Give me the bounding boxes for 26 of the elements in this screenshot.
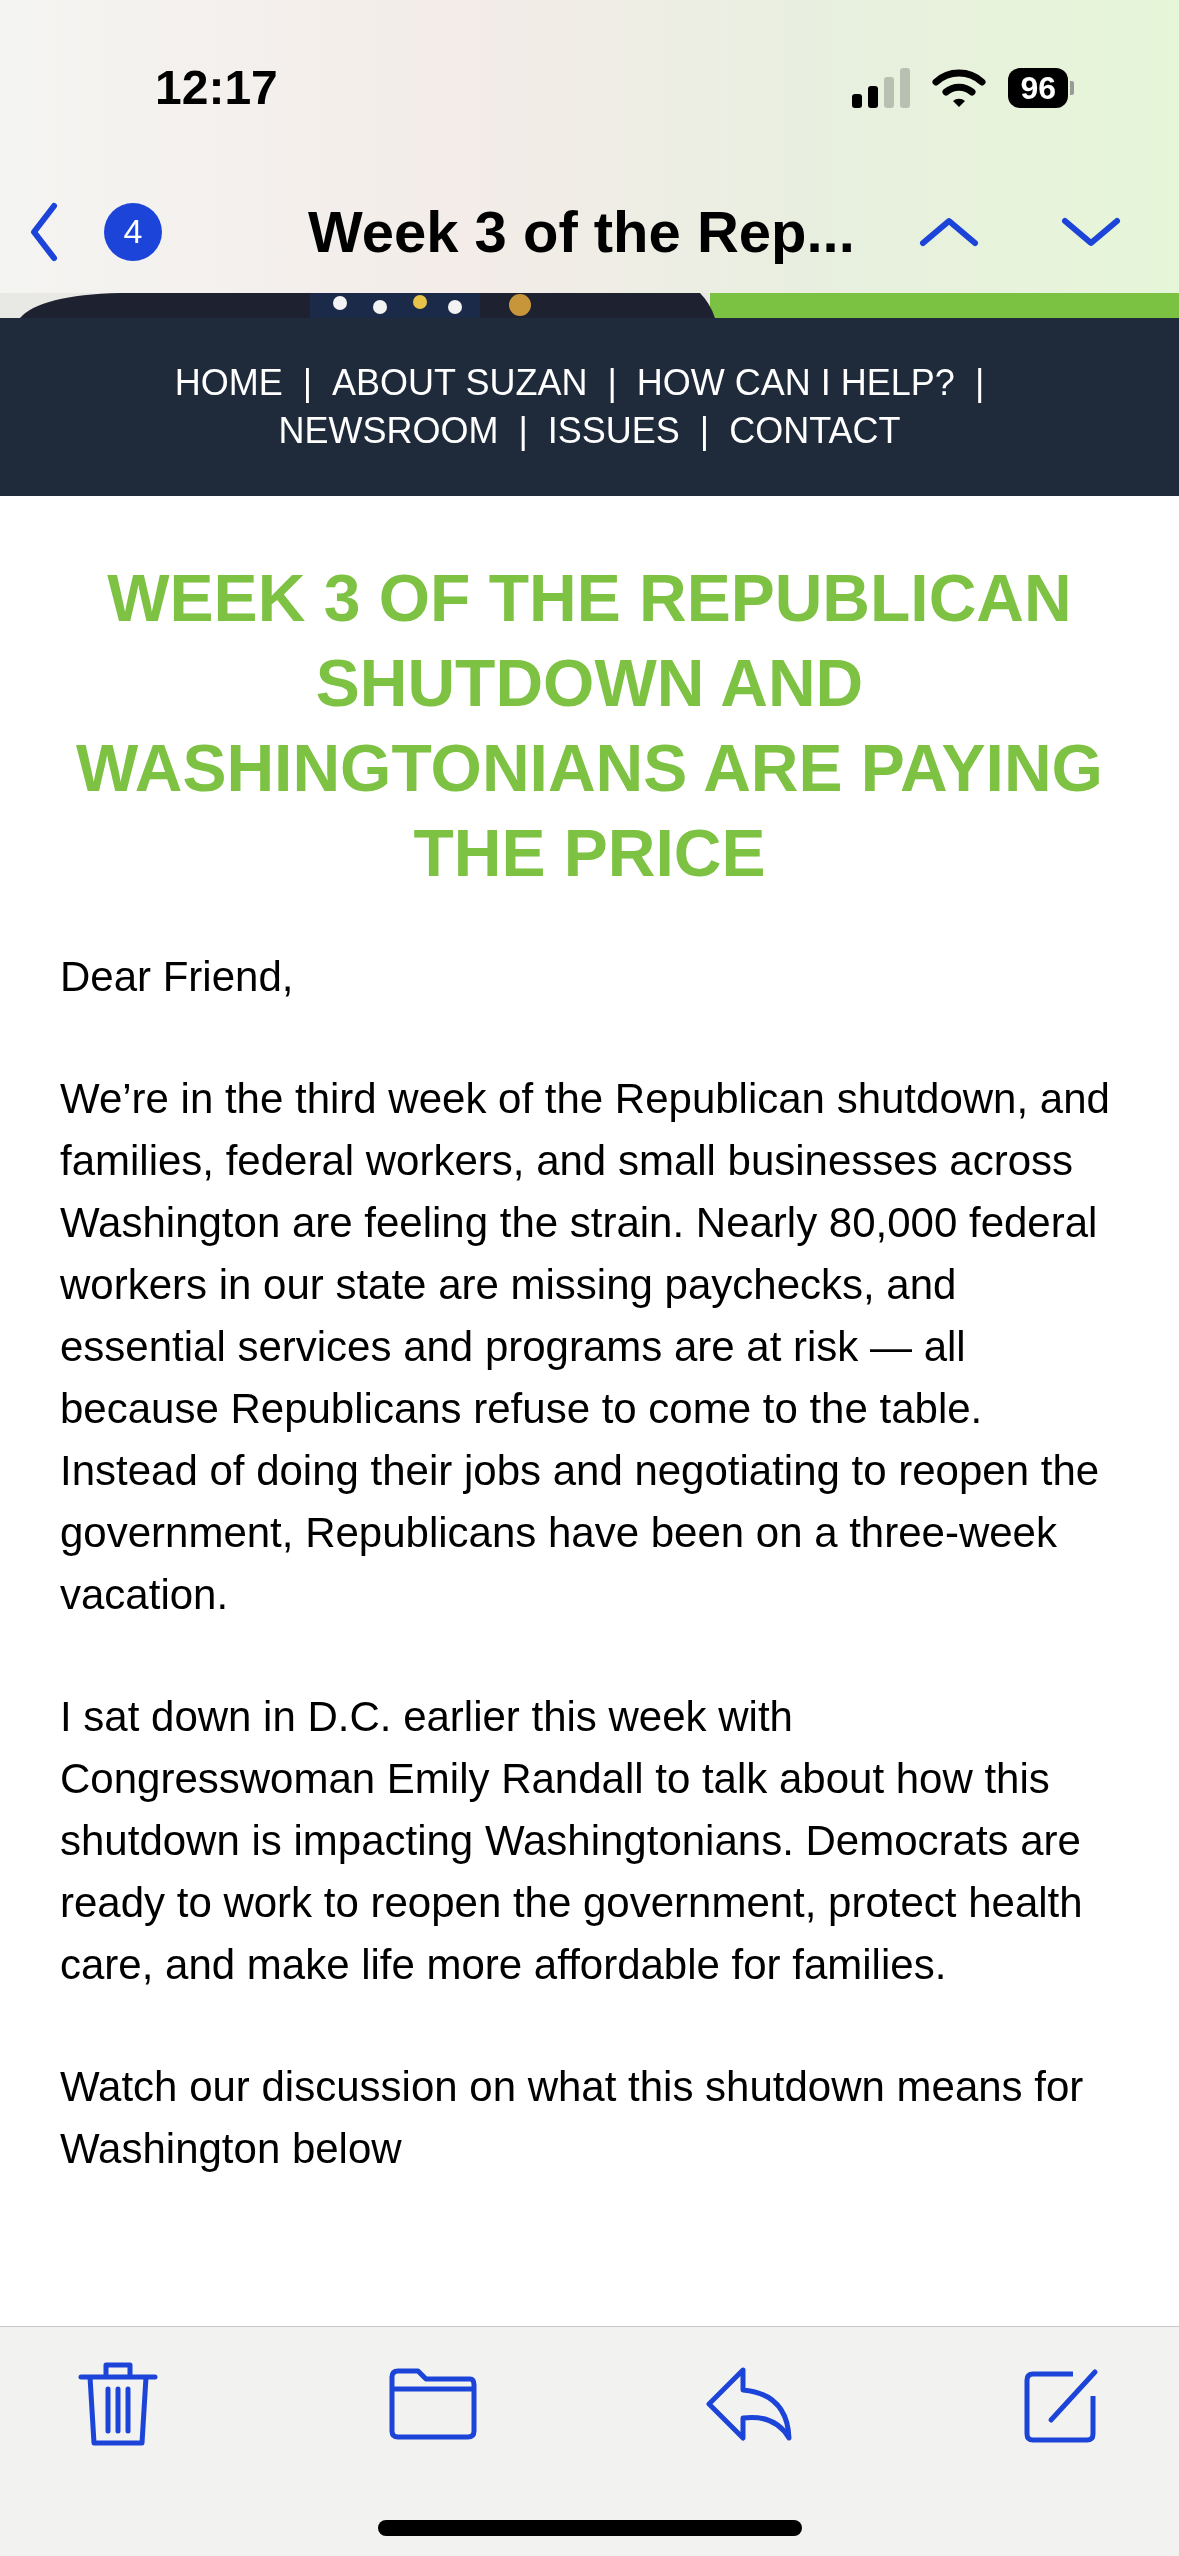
previous-message-icon[interactable] bbox=[919, 216, 979, 247]
menu-link[interactable]: ISSUES bbox=[547, 410, 680, 452]
unread-count-badge: 4 bbox=[104, 202, 162, 261]
body-paragraph: Watch our discussion on what this shutdown means for Washington below bbox=[60, 2062, 1085, 2174]
menu-link[interactable]: ABOUT SUZAN bbox=[332, 362, 588, 404]
menu-separator: | bbox=[607, 362, 617, 404]
menu-separator: | bbox=[974, 362, 985, 404]
body-paragraph: I sat down in D.C. earlier this week with Congresswoman Emily Randall to talk about how this shutdown is impacting Washingtonians. Democrats are ready to work to reopen the government, protect health care, and make life more affordable for families. bbox=[60, 1692, 1084, 1990]
menu-separator: | bbox=[518, 410, 528, 452]
wifi-icon bbox=[932, 67, 987, 108]
menu-link[interactable]: HOW CAN I HELP? bbox=[636, 362, 955, 404]
signal-icon bbox=[852, 67, 911, 108]
battery-level: 96 bbox=[1008, 67, 1068, 108]
body-paragraph: We’re in the third week of the Republican shutdown, and families, federal workers, and small businesses across Washington are feeling the strain. Nearly 80,000 federal workers in our state are missing paychecks, and essential services and programs are at risk — all because Republicans refuse to come to the table. Instead of doing their jobs and negotiating to reopen the government, Republicans have been on a three-week vacation. bbox=[60, 1074, 1111, 1620]
status-time: 12:17 bbox=[155, 59, 278, 116]
menu-separator: | bbox=[302, 362, 313, 404]
body-paragraph: Dear Friend, bbox=[60, 952, 295, 1002]
back-icon[interactable] bbox=[28, 201, 60, 262]
menu-link[interactable]: CONTACT bbox=[729, 410, 901, 452]
next-message-icon[interactable] bbox=[1061, 216, 1121, 247]
menu-link[interactable]: HOME bbox=[174, 362, 283, 404]
email-headline: WEEK 3 OF THE REPUBLICAN SHUTDOWN AND WASHINGTONIANS ARE PAYING THE PRICE bbox=[75, 560, 1104, 892]
menu-separator: | bbox=[699, 410, 710, 452]
menu-link[interactable]: NEWSROOM bbox=[278, 410, 499, 452]
reply-icon[interactable] bbox=[705, 2366, 794, 2442]
nav-title: Week 3 of the Rep... bbox=[308, 198, 855, 266]
